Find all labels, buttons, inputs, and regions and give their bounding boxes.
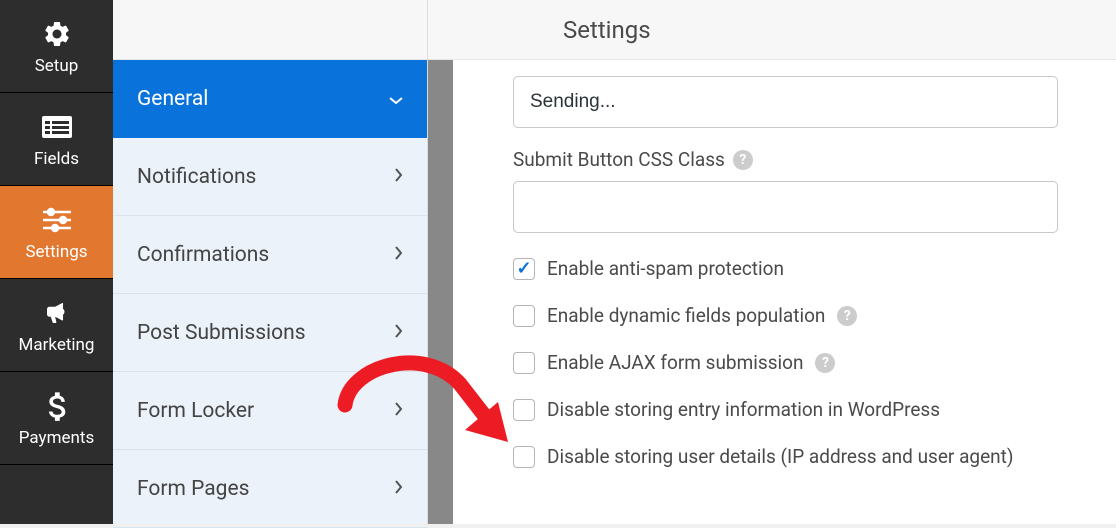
chevron-right-icon [395, 478, 403, 499]
settings-item-form-locker[interactable]: Form Locker [113, 372, 427, 450]
checkbox-icon[interactable] [513, 399, 535, 421]
settings-item-confirmations[interactable]: Confirmations [113, 216, 427, 294]
main-sidebar: Setup Fields Settings Marketing [0, 0, 113, 524]
settings-item-label: Notifications [137, 165, 256, 189]
nav-fields-label: Fields [34, 149, 79, 169]
checkbox-disable-user-details[interactable]: Disable storing user details (IP address… [513, 445, 1076, 468]
help-icon[interactable]: ? [815, 353, 835, 373]
nav-settings-label: Settings [25, 242, 87, 262]
nav-marketing-label: Marketing [19, 335, 95, 355]
checkbox-anti-spam[interactable]: ✓ Enable anti-spam protection [513, 257, 1076, 280]
chevron-right-icon [395, 244, 403, 265]
settings-item-notifications[interactable]: Notifications [113, 138, 427, 216]
help-icon[interactable]: ? [837, 306, 857, 326]
dollar-icon [47, 390, 67, 422]
settings-item-label: Form Pages [137, 477, 249, 501]
sending-input[interactable] [513, 76, 1058, 128]
checkbox-dynamic-fields[interactable]: Enable dynamic fields population ? [513, 304, 1076, 327]
bullhorn-icon [42, 297, 72, 329]
nav-setup-label: Setup [35, 56, 79, 76]
nav-setup[interactable]: Setup [0, 0, 113, 93]
chevron-down-icon [389, 89, 403, 110]
settings-item-label: Confirmations [137, 243, 269, 267]
nav-payments-label: Payments [19, 428, 94, 448]
chevron-right-icon [395, 166, 403, 187]
content-area: Settings Submit Button CSS Class ? ✓ Ena… [428, 0, 1116, 524]
nav-fields[interactable]: Fields [0, 93, 113, 186]
settings-item-label: Form Locker [137, 399, 254, 423]
page-title: Settings [563, 16, 651, 44]
help-icon[interactable]: ? [733, 150, 753, 170]
checkbox-label: Disable storing entry information in Wor… [547, 398, 940, 421]
chevron-right-icon [395, 322, 403, 343]
settings-item-label: Post Submissions [137, 321, 306, 345]
settings-item-post-submissions[interactable]: Post Submissions [113, 294, 427, 372]
checkbox-label: Enable anti-spam protection [547, 257, 784, 280]
checkbox-icon[interactable] [513, 446, 535, 468]
nav-marketing[interactable]: Marketing [0, 279, 113, 372]
list-icon [42, 111, 72, 143]
checkbox-icon[interactable]: ✓ [513, 258, 535, 280]
content-header: Settings [428, 0, 1116, 60]
chevron-right-icon [395, 400, 403, 421]
checkbox-icon[interactable] [513, 352, 535, 374]
checkbox-icon[interactable] [513, 305, 535, 327]
submit-css-input[interactable] [513, 181, 1058, 233]
settings-item-label: General [137, 87, 208, 111]
checkbox-label: Disable storing user details (IP address… [547, 445, 1013, 468]
settings-sidebar-header [113, 0, 427, 60]
checkbox-disable-entry[interactable]: Disable storing entry information in Wor… [513, 398, 1076, 421]
submit-css-label: Submit Button CSS Class ? [513, 148, 1076, 171]
sliders-icon [41, 204, 73, 236]
divider-bar [428, 60, 453, 524]
checkbox-ajax-submission[interactable]: Enable AJAX form submission ? [513, 351, 1076, 374]
checkbox-label: Enable AJAX form submission [547, 351, 803, 374]
settings-sidebar: General Notifications Confirmations Post… [113, 0, 428, 524]
checkbox-label: Enable dynamic fields population [547, 304, 825, 327]
nav-payments[interactable]: Payments [0, 372, 113, 465]
gear-icon [42, 18, 72, 50]
nav-settings[interactable]: Settings [0, 186, 113, 279]
settings-item-form-pages[interactable]: Form Pages [113, 450, 427, 528]
settings-item-general[interactable]: General [113, 60, 427, 138]
